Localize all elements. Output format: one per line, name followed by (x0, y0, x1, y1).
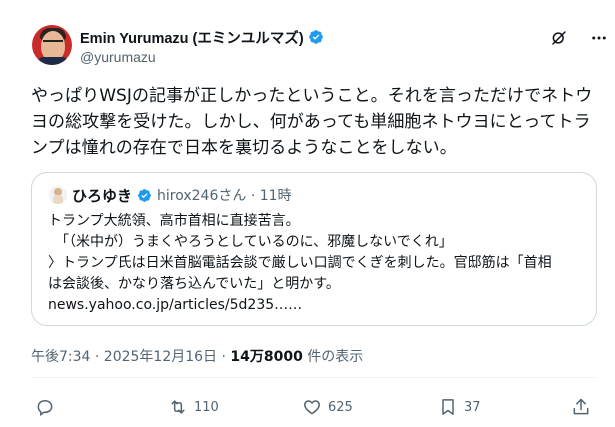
share-button[interactable] (571, 395, 591, 419)
like-button[interactable]: 625 (302, 395, 353, 419)
quote-header: ひろゆき hirox246さん · 11時 (49, 185, 292, 206)
views-label: 件の表示 (302, 349, 364, 365)
tweet-text-line: やっぱりWSJの記事が正しかったということ。それを言っただけでネトウ (31, 86, 593, 106)
quote-text-line: トランプ大統領、高市首相に直接苦言。 (48, 213, 300, 229)
retweet-button[interactable]: 110 (168, 395, 219, 419)
quote-text-line: 「（米中が）うまくやろうとしているのに、邪魔しないでくれ」 (48, 234, 453, 250)
divider (31, 377, 597, 378)
bookmark-icon (442, 399, 454, 415)
bookmark-button[interactable]: 37 (438, 395, 481, 419)
post-meta: 午後7:34 · 2025年12月16日 · 14万8000 件の表示 (31, 346, 363, 366)
bookmark-count: 37 (464, 399, 481, 415)
quote-text-line: 〉トランプ氏は日米首脳電話会談で厳しい口調でくぎを刺した。官邸筋は「首相 (48, 255, 552, 271)
quote-meta: hirox246さん · 11時 (157, 188, 292, 204)
top-actions (549, 28, 609, 48)
author-handle[interactable]: @yurumazu (80, 49, 156, 65)
verified-badge-icon (308, 30, 323, 44)
reply-button[interactable] (35, 395, 61, 419)
reply-icon (37, 399, 53, 416)
tweet-text-line: ヨの総攻撃を受けた。しかし、何があっても単細胞ネトウヨにとってトラ (31, 112, 591, 132)
post: Emin Yurumazu (エミンユルマズ) @yurumazu やっぱりWS… (0, 0, 615, 427)
quote-author-avatar[interactable] (49, 186, 67, 204)
grok-icon[interactable] (549, 28, 569, 48)
post-timestamp[interactable]: 午後7:34 · 2025年12月16日 · (31, 349, 230, 365)
share-icon (573, 398, 589, 415)
like-count: 625 (328, 399, 353, 415)
retweet-icon (171, 400, 185, 414)
quote-text: トランプ大統領、高市首相に直接苦言。 「（米中が）うまくやろうとしているのに、邪… (48, 211, 588, 316)
author-display-name[interactable]: Emin Yurumazu (エミンユルマズ) (80, 27, 304, 48)
retweet-count: 110 (194, 399, 219, 415)
tweet-text-line: ンプは憧れの存在で日本を裏切るようなことをしない。 (31, 138, 457, 158)
action-bar: 110 625 37 (0, 395, 615, 419)
quote-link[interactable]: news.yahoo.co.jp/articles/5d235…… (48, 295, 588, 316)
more-horizontal-icon[interactable] (589, 28, 609, 48)
views-count: 14万8000 (230, 349, 303, 365)
quote-tweet[interactable]: ひろゆき hirox246さん · 11時 トランプ大統領、高市首相に直接苦言。… (31, 172, 597, 326)
quote-author-name[interactable]: ひろゆき (72, 185, 132, 206)
author-avatar[interactable] (32, 25, 72, 65)
heart-icon (304, 400, 320, 415)
quote-text-line: は会談後、かなり落ち込んでいた」と明かす。 (48, 276, 340, 292)
tweet-text: やっぱりWSJの記事が正しかったということ。それを言っただけでネトウ ヨの総攻撃… (31, 83, 601, 161)
verified-badge-icon (138, 188, 151, 202)
author-name-row[interactable]: Emin Yurumazu (エミンユルマズ) (80, 27, 324, 48)
